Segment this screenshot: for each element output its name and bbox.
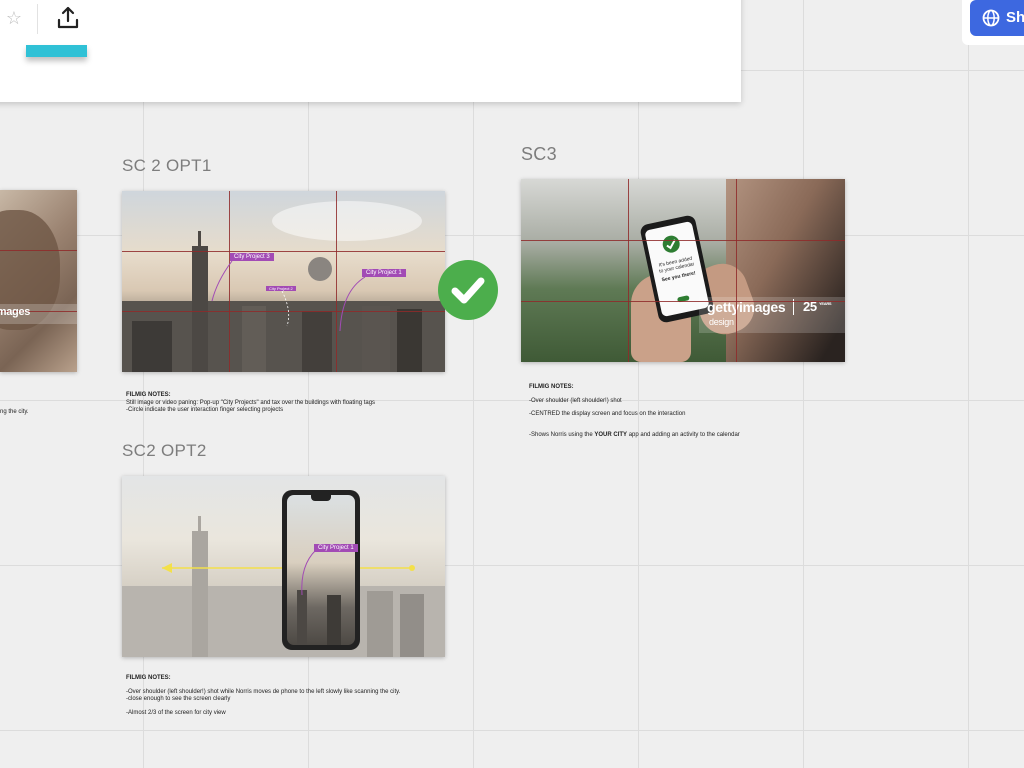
notes-line: -Shows Norris using the YOUR CITY app an… [529,431,740,438]
notes-line: -Almost 2/3 of the screen for city view [126,709,226,716]
notes-line: -CENTRED the display screen and focus on… [529,411,686,417]
sc3-frame[interactable]: It's been added to your calendar See you… [521,179,845,362]
left-partial-frame[interactable]: images [0,190,77,372]
notes-title: FILMIG NOTES: [529,384,574,390]
sc2-opt1-frame[interactable]: City Project 3 City Project 1 City Proje… [122,191,445,372]
notes-title: FILMIG NOTES: [126,675,171,681]
watermark-text: images [0,306,31,318]
notes-title: FILMIG NOTES: [126,392,171,398]
section-title-sc2-opt2: SC2 OPT2 [122,441,207,460]
upload-tile[interactable] [26,45,87,57]
sc2-opt1-notes: FILMIG NOTES: Still image or video panin… [126,392,426,415]
share-label: Sh [1006,9,1024,26]
notes-line: -Over shoulder (left shoulder!) shot [529,397,622,404]
sc2-opt2-frame[interactable]: City Project 1 [122,476,445,657]
notes-line: -Over shoulder (left shoulder!) shot whi… [126,688,401,695]
document-panel [0,0,741,102]
toolbar-divider [37,4,38,34]
notes-line: Still image or video paning: Pop-up "Cit… [126,399,376,406]
share-button[interactable]: Sh [970,0,1024,36]
notes-line: -Circle indicate the user interaction fi… [126,407,284,413]
star-outline-icon[interactable]: ☆ [4,8,24,28]
section-title-sc2-opt1: SC 2 OPT1 [122,156,212,175]
upload-icon[interactable] [54,4,82,32]
section-title-sc3: SC3 [521,144,557,164]
left-notes: ng the city. [0,409,29,415]
watermark-sub: design [709,317,734,327]
phone-mockup: City Project 1 [282,490,360,650]
sc2-opt2-notes: FILMIG NOTES: -Over shoulder (left shoul… [126,675,446,717]
notes-line: -close enough to see the screen clearly [126,696,231,702]
checkmark-circle-icon [438,260,498,320]
globe-icon [982,9,1000,27]
sc3-notes: FILMIG NOTES: -Over shoulder (left shoul… [529,384,849,439]
